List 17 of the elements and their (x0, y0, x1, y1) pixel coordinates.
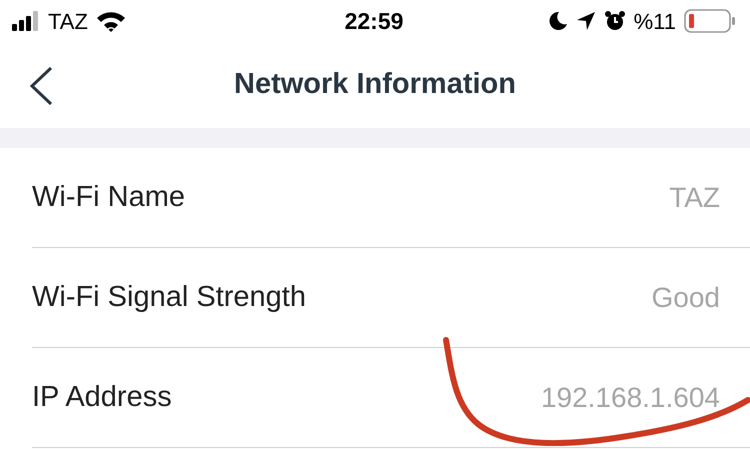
alarm-clock-icon (604, 10, 626, 32)
clock-time: 22:59 (344, 6, 404, 36)
signal-icon (12, 11, 40, 31)
row-label: Wi-Fi Signal Strength (32, 280, 306, 315)
row-label: Wi-Fi Name (32, 180, 186, 215)
carrier-name: TAZ (48, 8, 88, 36)
row-value: TAZ (669, 180, 720, 214)
row-label: IP Address (32, 380, 172, 415)
page-title: Network Information (234, 67, 516, 102)
row-value: 192.168.1.604 (540, 380, 720, 414)
battery-icon (684, 9, 736, 33)
battery-percent: %11 (634, 8, 676, 36)
wifi-icon (96, 10, 126, 32)
location-arrow-icon (576, 11, 596, 31)
back-button[interactable] (28, 66, 54, 106)
moon-icon (548, 11, 568, 31)
row-value: Good (652, 280, 720, 314)
